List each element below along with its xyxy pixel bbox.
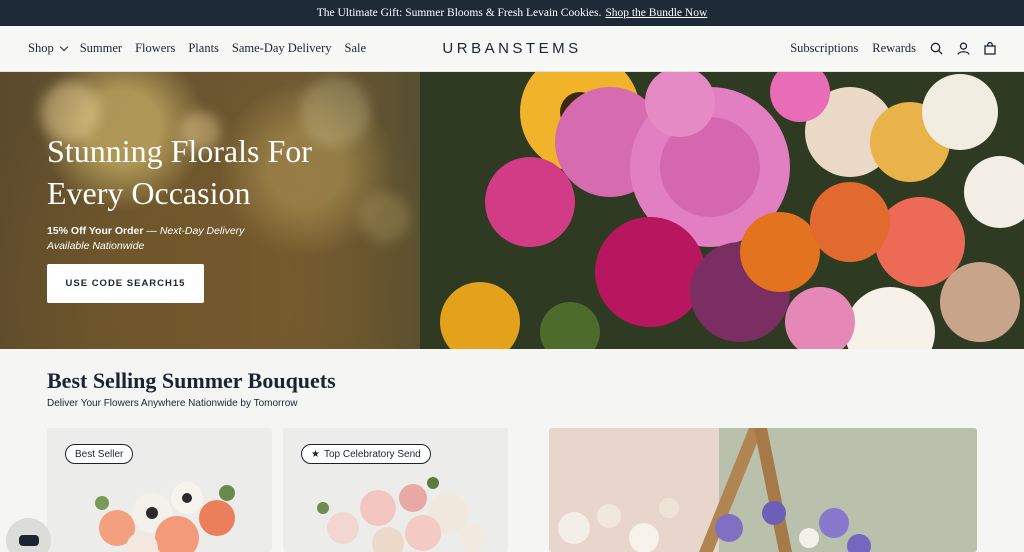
nav-right: Subscriptions Rewards [790,41,996,56]
bouquet-image [420,72,1024,349]
nav-rewards[interactable]: Rewards [872,41,916,56]
product-card[interactable]: ★ Top Celebratory Send [283,428,508,552]
cart-icon[interactable] [984,42,996,55]
hero-banner: Stunning Florals For Every Occasion 15% … [0,72,1024,349]
badge-label: Best Seller [75,448,124,460]
bokeh-light [360,192,410,242]
nav-left: Shop Summer Flowers Plants Same-Day Deli… [28,41,366,56]
promo-image [549,428,977,552]
search-icon[interactable] [930,42,943,55]
nav-same-day-delivery[interactable]: Same-Day Delivery [232,41,332,56]
best-seller-badge: Best Seller [65,444,134,464]
badge-label: Top Celebratory Send [323,448,421,460]
hero-offer: 15% Off Your Order [47,225,144,237]
section-title: Best Selling Summer Bouquets [47,368,336,393]
product-image [317,477,487,552]
account-icon[interactable] [957,42,970,55]
promo-code-button[interactable]: USE CODE SEARCH15 [47,264,204,303]
top-celebratory-badge: ★ Top Celebratory Send [301,444,431,464]
nav-flowers[interactable]: Flowers [135,41,175,56]
announcement-text: The Ultimate Gift: Summer Blooms & Fresh… [316,7,602,19]
chevron-down-icon [59,42,68,52]
hero-subtext: 15% Off Your Order — Next-Day Delivery A… [47,225,245,252]
promo-image-card[interactable] [549,428,977,552]
shop-bundle-link[interactable]: Shop the Bundle Now [605,7,707,19]
announcement-bar: The Ultimate Gift: Summer Blooms & Fresh… [0,0,1024,26]
product-card[interactable]: Best Seller [47,428,272,552]
hero-text: Stunning Florals For Every Occasion 15% … [47,130,367,254]
nav-plants[interactable]: Plants [188,41,219,56]
chat-button[interactable] [6,518,51,552]
product-image [95,482,235,552]
nav-summer[interactable]: Summer [80,41,122,56]
main-nav: Shop Summer Flowers Plants Same-Day Deli… [0,26,1024,72]
logo[interactable]: URBANSTEMS [442,40,581,57]
hero-title: Stunning Florals For Every Occasion [47,133,312,211]
section-subtitle: Deliver Your Flowers Anywhere Nationwide… [47,398,298,409]
nav-shop-label: Shop [28,41,54,55]
star-icon: ★ [311,448,320,460]
chat-bubble-icon [18,535,39,546]
nav-subscriptions[interactable]: Subscriptions [790,41,858,56]
nav-shop[interactable]: Shop [28,41,68,56]
nav-sale[interactable]: Sale [345,41,367,56]
